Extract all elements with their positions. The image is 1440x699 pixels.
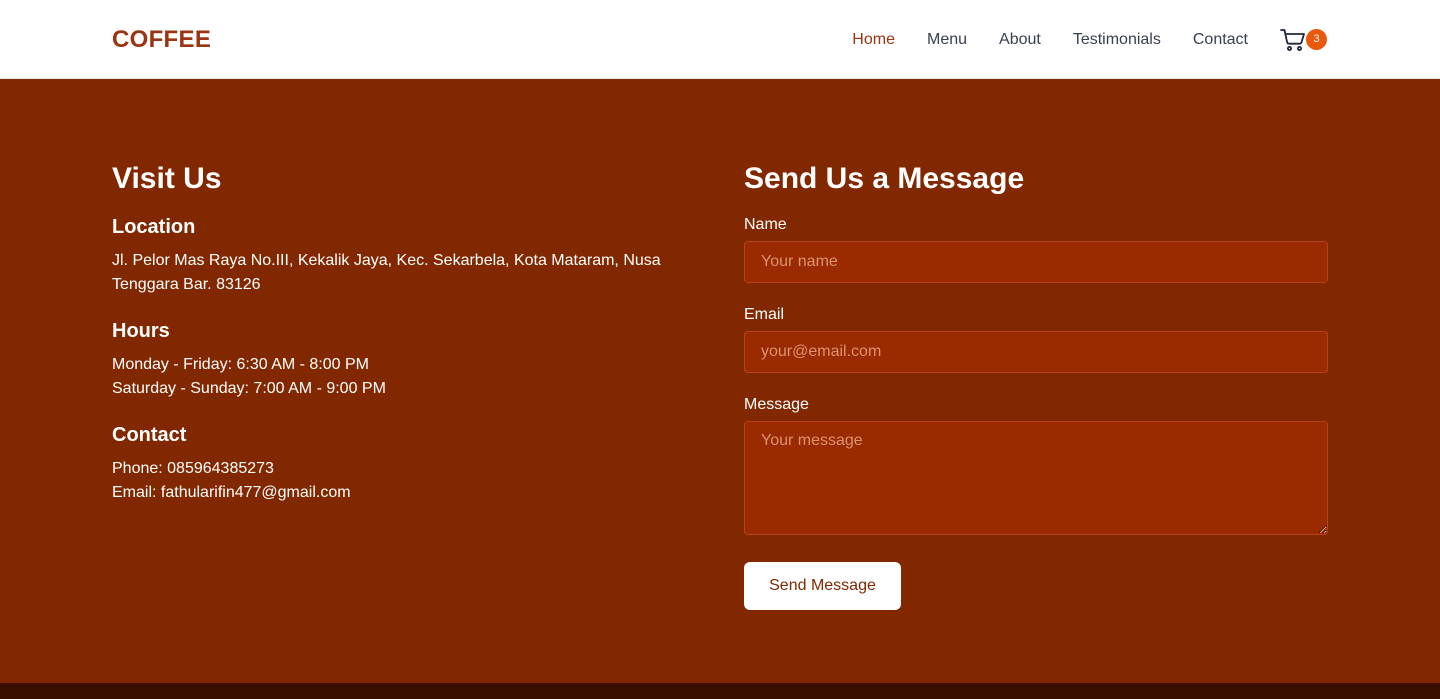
location-block: Location Jl. Pelor Mas Raya No.III, Keka… [112, 213, 672, 297]
message-textarea[interactable] [744, 421, 1328, 535]
visit-us-title: Visit Us [112, 162, 222, 195]
name-field-group: Name [744, 213, 1328, 283]
send-message-button[interactable]: Send Message [744, 562, 901, 610]
nav-link-menu[interactable]: Menu [927, 31, 967, 49]
footer-edge [0, 683, 1440, 699]
cart-count-badge: 3 [1306, 28, 1327, 50]
contact-phone: Phone: 085964385273 [112, 460, 274, 477]
hours-heading: Hours [112, 320, 170, 342]
message-field-group: Message [744, 393, 1328, 540]
message-form: Send Us a Message Name Email Message Sen… [744, 161, 1328, 610]
nav-link-testimonials[interactable]: Testimonials [1073, 31, 1161, 49]
name-label: Name [744, 216, 787, 233]
shopping-cart-icon [1280, 28, 1305, 51]
location-heading: Location [112, 216, 196, 238]
navbar-inner: COFFEE Home Menu About Testimonials Cont… [112, 0, 1328, 79]
brand-logo[interactable]: COFFEE [112, 26, 211, 54]
hours-weekday: Monday - Friday: 6:30 AM - 8:00 PM [112, 356, 369, 373]
contact-block: Contact Phone: 085964385273 Email: fathu… [112, 421, 672, 505]
name-input[interactable] [744, 241, 1328, 283]
hours-weekend: Saturday - Sunday: 7:00 AM - 9:00 PM [112, 380, 386, 397]
message-form-title: Send Us a Message [744, 162, 1025, 195]
location-address-line-2: Tenggara Bar. 83126 [112, 276, 261, 293]
nav-link-contact[interactable]: Contact [1193, 31, 1248, 49]
contact-heading: Contact [112, 424, 187, 446]
nav-links: Home Menu About Testimonials Contact 3 [820, 28, 1328, 52]
email-field-group: Email [744, 303, 1328, 373]
nav-link-home[interactable]: Home [852, 31, 895, 49]
visit-us-column: Visit Us Location Jl. Pelor Mas Raya No.… [112, 161, 672, 525]
cart-button[interactable]: 3 [1280, 28, 1328, 52]
location-address-line-1: Jl. Pelor Mas Raya No.III, Kekalik Jaya,… [112, 252, 661, 269]
hours-block: Hours Monday - Friday: 6:30 AM - 8:00 PM… [112, 317, 672, 401]
email-label: Email [744, 306, 785, 323]
message-label: Message [744, 396, 809, 413]
contact-section: Visit Us Location Jl. Pelor Mas Raya No.… [0, 79, 1440, 683]
navbar: COFFEE Home Menu About Testimonials Cont… [0, 0, 1440, 79]
email-input[interactable] [744, 331, 1328, 373]
contact-email: Email: fathularifin477@gmail.com [112, 484, 351, 501]
nav-link-about[interactable]: About [999, 31, 1041, 49]
